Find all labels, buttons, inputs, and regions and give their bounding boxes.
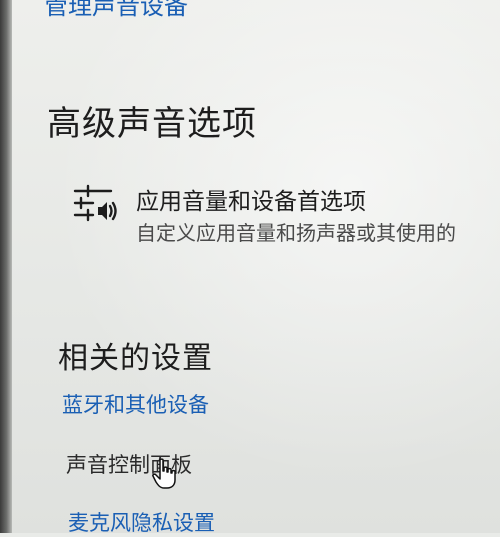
app-volume-device-preferences-item[interactable]: 应用音量和设备首选项 自定义应用音量和扬声器或其使用的: [66, 170, 500, 250]
manage-sound-devices-link[interactable]: 管理声音设备: [44, 0, 188, 21]
advanced-sound-options-heading: 高级声音选项: [47, 104, 257, 144]
monitor-bezel: [0, 0, 12, 533]
app-volume-label: 应用音量和设备首选项: [136, 189, 366, 215]
hand-cursor-icon: [152, 458, 178, 490]
app-volume-description: 自定义应用音量和扬声器或其使用的: [136, 221, 456, 245]
related-settings-heading: 相关的设置: [58, 341, 213, 376]
sliders-speaker-icon: [72, 182, 118, 228]
bluetooth-devices-link[interactable]: 蓝牙和其他设备: [62, 389, 209, 419]
